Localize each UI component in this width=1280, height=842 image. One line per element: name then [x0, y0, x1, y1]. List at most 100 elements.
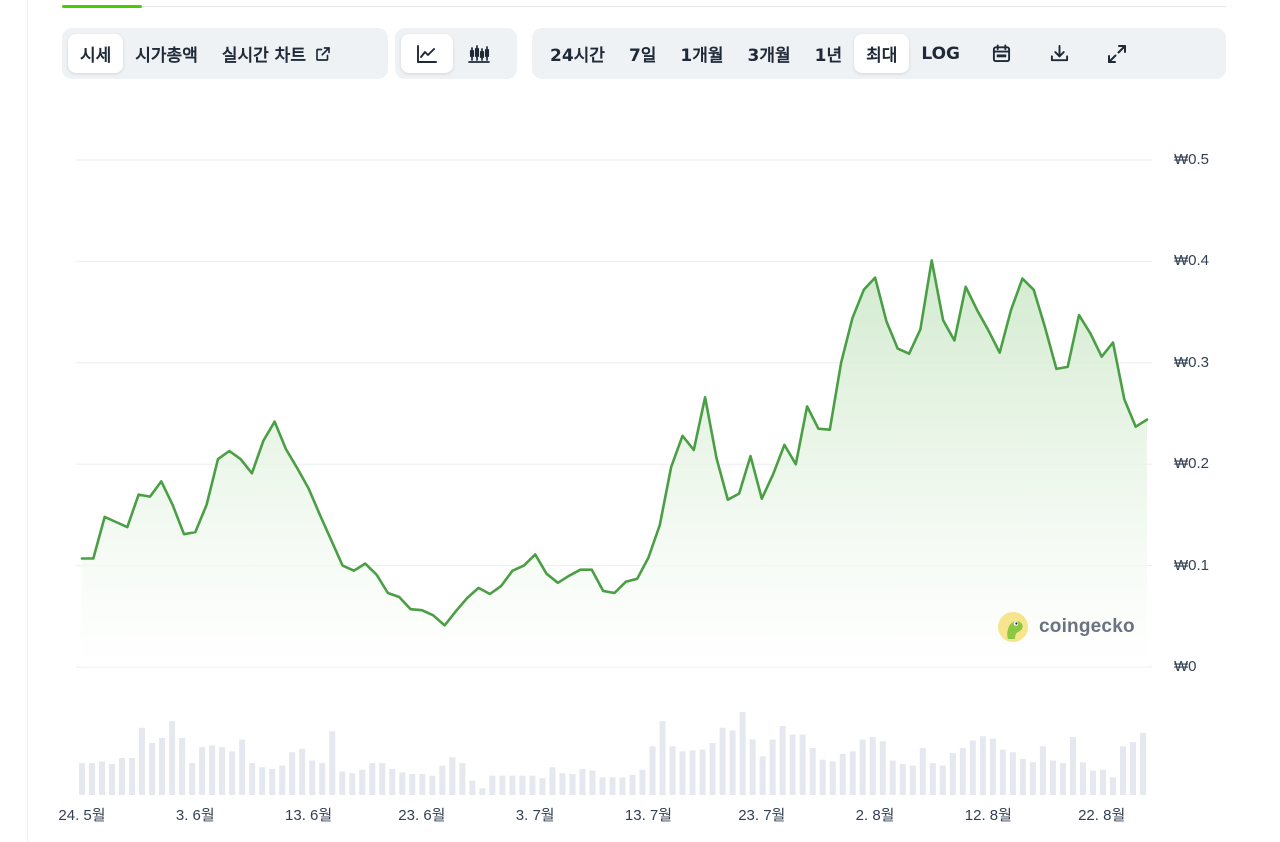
volume-bar — [359, 769, 366, 795]
volume-bar — [609, 777, 616, 795]
volume-bar — [739, 711, 746, 795]
volume-bar — [679, 751, 686, 795]
volume-bar — [469, 780, 476, 795]
volume-bar — [819, 759, 826, 795]
y-tick-label: ₩0.4 — [1174, 252, 1210, 270]
volume-bar — [459, 763, 466, 795]
volume-bar — [559, 773, 566, 795]
volume-bar — [569, 774, 576, 795]
volume-bar — [1049, 760, 1056, 795]
volume-bar — [1129, 742, 1136, 795]
volume-bar — [919, 747, 926, 795]
volume-bar — [79, 763, 86, 795]
volume-bar — [309, 760, 316, 795]
volume-bar — [909, 765, 916, 795]
volume-bar — [669, 746, 676, 795]
volume-bar — [1079, 762, 1086, 795]
volume-bar — [349, 773, 356, 795]
volume-bar — [269, 768, 276, 795]
volume-bar — [429, 775, 436, 795]
volume-bar — [1109, 777, 1116, 795]
volume-bar — [339, 771, 346, 795]
x-tick-label: 13. 7월 — [624, 807, 673, 824]
volume-bar — [189, 763, 196, 795]
y-tick-label: ₩0.1 — [1174, 556, 1210, 574]
volume-bar — [829, 761, 836, 795]
coingecko-wordmark: coingecko — [1039, 616, 1135, 637]
volume-bar — [139, 727, 146, 795]
volume-bar — [409, 774, 416, 795]
volume-bar — [749, 739, 756, 795]
volume-bar — [659, 721, 666, 795]
volume-bar — [109, 763, 116, 795]
volume-bar — [789, 734, 796, 795]
volume-bar — [509, 775, 516, 795]
x-tick-label: 13. 6월 — [285, 807, 333, 824]
volume-bar — [1039, 746, 1046, 795]
volume-bar — [719, 727, 726, 795]
price-chart[interactable]: ₩0 ₩0.1 ₩0.2 ₩0.3 ₩0.4 ₩0.5 24. 5월 3. 6월 13. 6월… — [0, 0, 1280, 842]
x-tick-label: 2. 8월 — [855, 807, 895, 824]
volume-bar — [369, 763, 376, 795]
price-chart-svg — [76, 159, 1152, 795]
volume-bar — [799, 734, 806, 795]
volume-bar — [849, 751, 856, 795]
volume-bar — [499, 775, 506, 795]
x-tick-label: 3. 6월 — [175, 807, 215, 824]
volume-bar — [759, 756, 766, 795]
volume-bar — [999, 749, 1006, 795]
volume-bar — [929, 763, 936, 795]
volume-bar — [209, 745, 216, 795]
volume-bar — [1139, 732, 1146, 795]
volume-bar — [939, 765, 946, 795]
coingecko-logo-icon — [997, 611, 1029, 643]
x-tick-label: 23. 6월 — [398, 807, 446, 824]
volume-bar — [859, 739, 866, 795]
volume-bar — [639, 769, 646, 795]
volume-bar — [599, 777, 606, 795]
volume-bar — [479, 788, 486, 795]
volume-bar — [1029, 762, 1036, 795]
volume-bar — [329, 731, 336, 795]
volume-bar — [619, 777, 626, 795]
volume-bar — [1119, 746, 1126, 795]
volume-bar — [199, 747, 206, 795]
volume-bar — [1019, 758, 1026, 795]
volume-bar — [1069, 737, 1076, 795]
volume-bar — [709, 742, 716, 795]
volume-bar — [879, 741, 886, 795]
y-tick-label: ₩0 — [1174, 658, 1197, 675]
volume-bar — [979, 736, 986, 795]
volume-bar — [89, 763, 96, 795]
volume-bar — [239, 739, 246, 795]
volume-bar — [629, 774, 636, 795]
volume-bar — [379, 763, 386, 795]
x-tick-label: 23. 7월 — [738, 807, 786, 824]
volume-bar — [549, 767, 556, 795]
x-tick-label: 3. 7월 — [515, 807, 555, 824]
volume-bar — [699, 749, 706, 795]
volume-bar — [229, 751, 236, 795]
volume-bar — [779, 726, 786, 795]
volume-bar — [489, 775, 496, 795]
volume-bar — [179, 737, 186, 795]
volume-bar — [219, 747, 226, 795]
y-tick-label: ₩0.2 — [1174, 455, 1210, 473]
volume-bar — [99, 761, 106, 795]
volume-bar — [249, 763, 256, 795]
volume-bar — [969, 740, 976, 795]
volume-bar — [769, 739, 776, 795]
volume-bar — [889, 760, 896, 795]
volume-bar — [1089, 770, 1096, 795]
volume-bar — [869, 737, 876, 795]
coingecko-watermark: coingecko — [997, 611, 1135, 643]
volume-bar — [289, 752, 296, 795]
volume-bar — [899, 763, 906, 795]
volume-bar — [729, 730, 736, 795]
volume-bar — [989, 738, 996, 795]
volume-bar — [949, 753, 956, 795]
volume-bar — [399, 772, 406, 795]
volume-bar — [439, 765, 446, 795]
volume-bar — [959, 747, 966, 795]
x-tick-label: 24. 5월 — [58, 807, 106, 824]
